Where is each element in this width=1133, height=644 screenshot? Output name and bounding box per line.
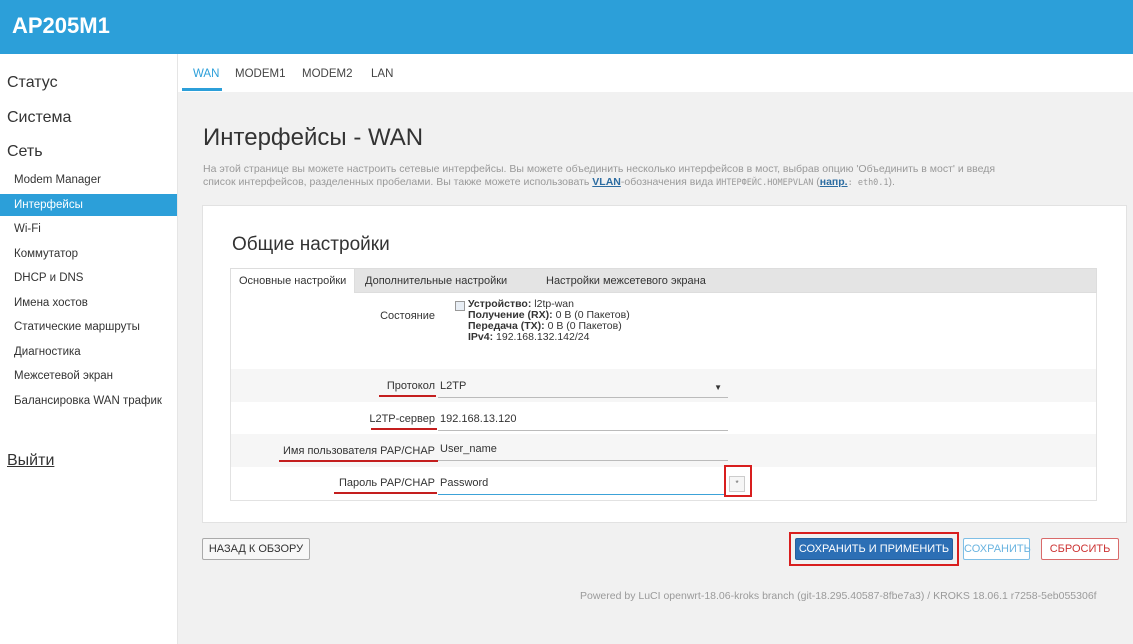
app-title: AP205M1 [12, 13, 110, 38]
sidebar-item-dhcp-dns[interactable]: DHCP и DNS [0, 267, 177, 289]
description-text: ). [888, 176, 895, 188]
reset-button[interactable]: СБРОСИТЬ [1041, 538, 1119, 560]
ipv4-label: IPv4: [468, 331, 494, 343]
tab-lan[interactable]: LAN [371, 68, 393, 80]
tab-modem2[interactable]: MODEM2 [302, 68, 352, 80]
panel-title: Общие настройки [232, 234, 390, 255]
username-label-highlight [279, 460, 438, 462]
status-row: Состояние Устройство: l2tp-wan Получение… [231, 293, 1096, 369]
description-line-1: На этой странице вы можете настроить сет… [203, 163, 996, 175]
sidebar-system[interactable]: Система [7, 109, 71, 127]
sidebar-item-interfaces[interactable]: Интерфейсы [0, 194, 177, 216]
sidebar: Статус Система Сеть Modem Manager Интерф… [0, 54, 178, 644]
protocol-label-highlight [379, 395, 436, 397]
status-label: Состояние [380, 310, 435, 322]
network-device-icon [455, 301, 465, 311]
logout-link[interactable]: Выйти [7, 452, 54, 470]
protocol-select[interactable]: L2TP ▼ [438, 378, 728, 398]
interface-tabs: WAN MODEM1 MODEM2 LAN [178, 54, 1133, 92]
username-label: Имя пользователя PAP/CHAP [282, 445, 435, 457]
vlan-link[interactable]: VLAN [592, 176, 621, 188]
page-description: На этой странице вы можете настроить сет… [203, 163, 1108, 190]
back-to-overview-button[interactable]: НАЗАД К ОБЗОРУ [202, 538, 310, 560]
status-ipv4: IPv4: 192.168.132.142/24 [468, 332, 589, 343]
sidebar-item-modem-manager[interactable]: Modem Manager [0, 169, 177, 191]
app-header: AP205M1 [0, 0, 1133, 54]
example-code: : eth0.1 [847, 178, 889, 188]
settings-tabs: Основные настройки Дополнительные настро… [230, 268, 1097, 294]
page-title: Интерфейсы - WAN [203, 124, 424, 151]
tab-firewall-settings[interactable]: Настройки межсетевого экрана [538, 269, 714, 293]
sidebar-status[interactable]: Статус [7, 74, 58, 92]
description-text: -обозначения вида [620, 176, 717, 188]
protocol-row: Протокол L2TP ▼ [231, 369, 1096, 402]
tab-modem1[interactable]: MODEM1 [235, 68, 285, 80]
main-content: WAN MODEM1 MODEM2 LAN Интерфейсы - WAN Н… [178, 54, 1133, 644]
l2tp-server-input[interactable]: 192.168.13.120 [438, 411, 728, 431]
password-label-highlight [334, 492, 437, 494]
password-row: Пароль PAP/CHAP Password [231, 467, 1096, 499]
password-label: Пароль PAP/CHAP [338, 477, 435, 489]
description-code: ИНТЕРФЕЙС.НОМЕРVLAN [716, 178, 814, 188]
sidebar-item-diagnostics[interactable]: Диагностика [0, 341, 177, 363]
sidebar-item-wifi[interactable]: Wi-Fi [0, 218, 177, 240]
sidebar-item-static-routes[interactable]: Статические маршруты [0, 316, 177, 338]
ipv4-value: 192.168.132.142/24 [496, 331, 590, 343]
status-info: Устройство: l2tp-wan Получение (RX): 0 B… [455, 299, 660, 359]
protocol-value: L2TP [440, 380, 467, 392]
general-settings-panel: Общие настройки Основные настройки Допол… [202, 205, 1127, 523]
sidebar-item-hostnames[interactable]: Имена хостов [0, 292, 177, 314]
footer-text: Powered by LuCI openwrt-18.06-kroks bran… [580, 590, 1097, 602]
sidebar-item-switch[interactable]: Коммутатор [0, 243, 177, 265]
username-row: Имя пользователя PAP/CHAP User_name [231, 434, 1096, 467]
chevron-down-icon: ▼ [714, 383, 722, 392]
save-button[interactable]: СОХРАНИТЬ [963, 538, 1031, 560]
username-input[interactable]: User_name [438, 441, 728, 461]
server-label-highlight [371, 428, 437, 430]
sidebar-network[interactable]: Сеть [7, 143, 43, 161]
reveal-button-highlight [724, 465, 752, 497]
settings-form: Состояние Устройство: l2tp-wan Получение… [230, 293, 1097, 501]
description-text: список интерфейсов, разделенных пробелам… [203, 176, 593, 188]
protocol-label: Протокол [386, 380, 435, 392]
description-line-2: список интерфейсов, разделенных пробелам… [203, 176, 1108, 190]
tab-advanced-settings[interactable]: Дополнительные настройки [357, 269, 515, 293]
server-label: L2TP-сервер [369, 413, 435, 425]
example-link[interactable]: напр. [820, 176, 848, 188]
tab-wan[interactable]: WAN [193, 68, 219, 80]
sidebar-item-firewall[interactable]: Межсетевой экран [0, 365, 177, 387]
sidebar-item-wan-balancing[interactable]: Балансировка WAN трафик [0, 390, 177, 412]
server-row: L2TP-сервер 192.168.13.120 [231, 402, 1096, 434]
tab-basic-settings[interactable]: Основные настройки [231, 269, 356, 294]
save-and-apply-button[interactable]: СОХРАНИТЬ И ПРИМЕНИТЬ [795, 538, 953, 560]
password-input[interactable]: Password [438, 475, 725, 495]
active-tab-indicator [182, 88, 222, 91]
